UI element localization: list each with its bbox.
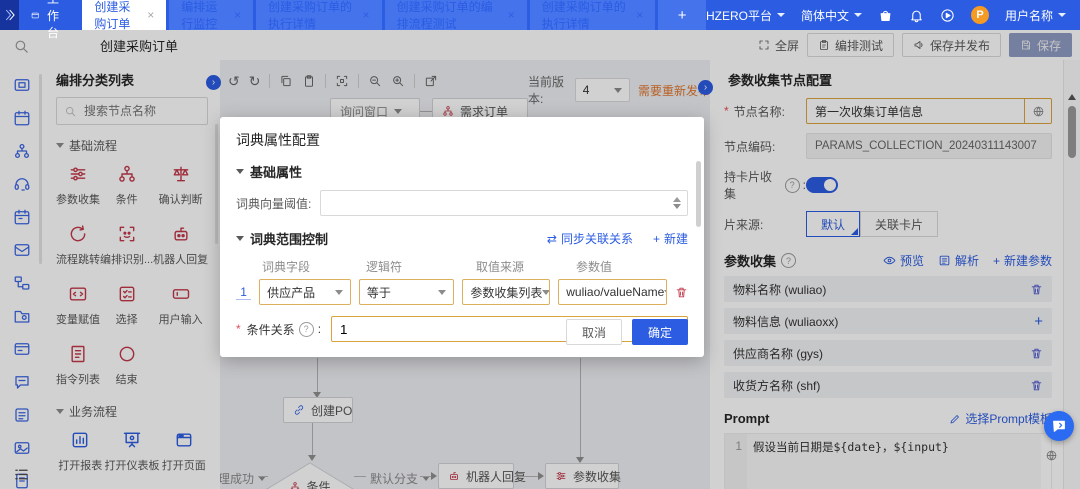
tab-label: 创建采购订单的执行详情: [268, 0, 353, 31]
col-field: 词典字段: [262, 260, 311, 274]
modal-title: 词典属性配置: [236, 132, 320, 148]
tab-label: 工作台: [46, 0, 59, 40]
help-icon[interactable]: ?: [298, 321, 314, 337]
cancel-button[interactable]: 取消: [565, 319, 622, 345]
col-source: 取值来源: [476, 260, 525, 274]
new-tab-button[interactable]: +: [658, 0, 706, 30]
spin-down-icon[interactable]: [673, 204, 681, 209]
platform-menu[interactable]: HZERO平台: [706, 7, 785, 24]
tab-label: 编排运行监控: [181, 0, 218, 31]
chevron-down-icon: [664, 289, 666, 295]
number-spinner[interactable]: [667, 197, 687, 209]
chevron-down-icon: [236, 169, 244, 174]
source-select[interactable]: 参数收集列表: [462, 279, 551, 305]
modal-scrollbar[interactable]: [696, 161, 701, 227]
chevron-down-icon: [776, 13, 785, 17]
value-select[interactable]: wuliao/valueName: [558, 279, 667, 305]
chevron-down-icon: [853, 13, 862, 17]
tab-label: 创建采购订单的编排流程测试: [396, 0, 493, 31]
chevron-down-icon: [334, 289, 343, 295]
required-mark: *: [236, 322, 241, 336]
brand-logo: [0, 0, 20, 30]
chevron-down-icon: [438, 289, 447, 295]
colon: :: [317, 322, 322, 336]
close-icon[interactable]: ×: [234, 9, 241, 21]
range-table-row: 1 供应产品 等于 参数收集列表 wuliao/valueName: [236, 279, 688, 305]
basic-attr-section[interactable]: 基础属性: [236, 162, 688, 181]
username-label: 用户名称: [1004, 8, 1053, 23]
workbench-icon: [32, 12, 40, 18]
app-window: 工作台 创建采购订单 × 编排运行监控 × 创建采购订单的执行详情 × 创建采购…: [0, 0, 1080, 489]
tab-run-monitor[interactable]: 编排运行监控 ×: [169, 0, 254, 31]
row-index[interactable]: 1: [236, 285, 252, 300]
market-icon[interactable]: [878, 8, 893, 23]
section-label: 基础属性: [250, 165, 303, 180]
tab-exec-detail-1[interactable]: 创建采购订单的执行详情 ×: [256, 0, 382, 31]
ok-button[interactable]: 确定: [631, 319, 688, 345]
sync-relation-link[interactable]: ⇄ 同步关联关系: [547, 230, 633, 247]
tab-label: 创建采购订单: [94, 0, 131, 31]
user-menu[interactable]: 用户名称: [1005, 7, 1066, 24]
language-menu[interactable]: 简体中文: [801, 7, 862, 24]
close-icon[interactable]: ×: [363, 9, 370, 21]
section-label: 词典范围控制: [250, 232, 329, 247]
topbar-right: HZERO平台 简体中文 P 用户名称: [706, 0, 1080, 30]
threshold-input[interactable]: [321, 195, 667, 211]
tab-flow-test[interactable]: 创建采购订单的编排流程测试 ×: [384, 0, 527, 31]
close-icon[interactable]: ×: [636, 9, 643, 21]
tab-label: 创建采购订单的执行详情: [541, 0, 626, 31]
assistant-fab[interactable]: [1044, 411, 1074, 441]
tab-exec-detail-2[interactable]: 创建采购订单的执行详情 ×: [529, 0, 656, 31]
threshold-row: 词典向量阈值:: [236, 190, 688, 216]
chevron-down-icon: [1058, 13, 1066, 17]
range-control-section[interactable]: 词典范围控制 ⇄ 同步关联关系 + 新建: [236, 229, 688, 248]
avatar[interactable]: P: [970, 6, 989, 24]
logo-icon: [5, 9, 15, 21]
threshold-label: 词典向量阈值:: [236, 196, 312, 211]
sync-icon: ⇄: [546, 231, 557, 246]
chevron-down-icon: [236, 236, 244, 241]
col-operator: 逻辑符: [366, 260, 403, 274]
relation-label: 条件关系: [246, 322, 295, 337]
threshold-field[interactable]: [320, 190, 688, 216]
tab-workbench[interactable]: 工作台: [19, 0, 82, 40]
tab-create-purchase-order[interactable]: 创建采购订单 ×: [82, 0, 167, 31]
close-icon[interactable]: ×: [147, 9, 154, 21]
col-value: 参数值: [576, 260, 613, 274]
top-nav-bar: 工作台 创建采购订单 × 编排运行监控 × 创建采购订单的执行详情 × 创建采购…: [0, 0, 1080, 40]
range-actions: ⇄ 同步关联关系 + 新建: [547, 230, 688, 247]
play-circle-icon[interactable]: [940, 8, 955, 23]
range-table-header: 词典字段 逻辑符 取值来源 参数值: [262, 258, 688, 275]
plus-icon: +: [652, 231, 660, 246]
chat-icon: [1053, 420, 1065, 432]
chevron-down-icon: [542, 289, 550, 295]
field-select[interactable]: 供应产品: [259, 279, 351, 305]
close-icon[interactable]: ×: [508, 9, 515, 21]
spin-up-icon[interactable]: [673, 197, 681, 202]
operator-select[interactable]: 等于: [358, 279, 455, 305]
dict-property-modal: 词典属性配置 基础属性 词典向量阈值: 词典范围控制 ⇄ 同步关联关系 + 新建…: [220, 117, 704, 357]
new-row-link[interactable]: + 新建: [653, 230, 688, 247]
notification-bell-icon[interactable]: [909, 8, 924, 23]
platform-label: HZERO平台: [705, 8, 772, 23]
trash-icon[interactable]: [675, 286, 688, 299]
modal-footer: 取消 确定: [565, 319, 688, 345]
language-label: 简体中文: [800, 8, 849, 23]
